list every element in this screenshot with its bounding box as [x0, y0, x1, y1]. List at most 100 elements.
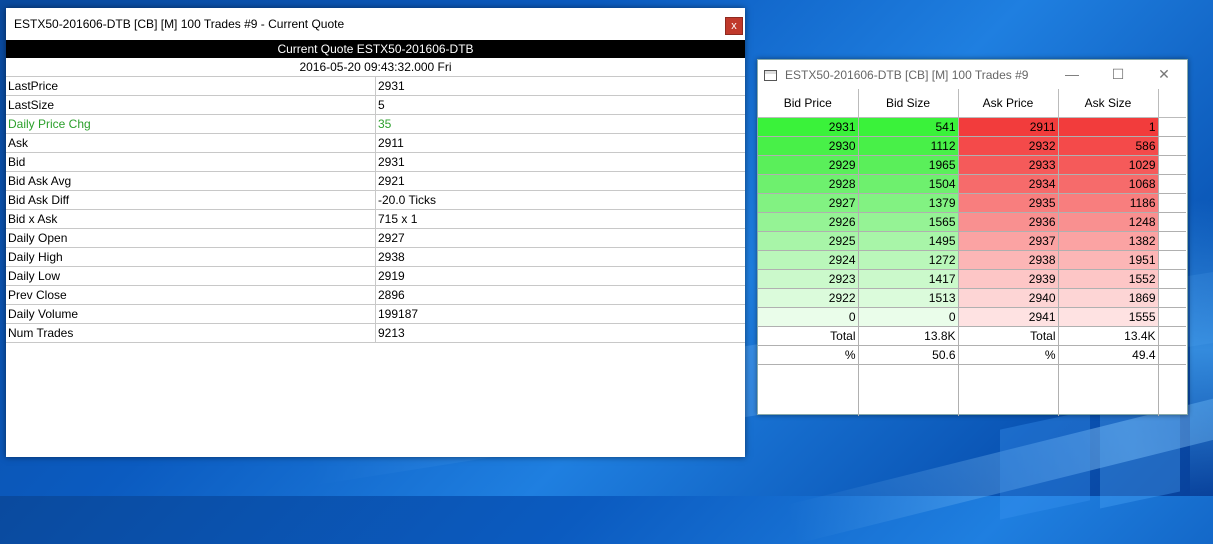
ask-price-cell[interactable]: %	[958, 345, 1059, 365]
bid-price-cell[interactable]: 2929	[758, 155, 859, 175]
ask-size-cell[interactable]: 1869	[1058, 288, 1159, 308]
bid-size-cell[interactable]: 1379	[858, 193, 959, 213]
desktop-logo-pane	[1000, 410, 1090, 520]
bid-price-cell[interactable]: 2931	[758, 117, 859, 137]
ask-size-cell[interactable]: 13.4K	[1058, 326, 1159, 346]
bid-size-cell[interactable]: 1112	[858, 136, 959, 156]
quote-field-value: 2919	[375, 266, 745, 286]
table-row: Bid 2931	[6, 152, 745, 172]
bid-price-cell[interactable]: 2925	[758, 231, 859, 251]
quote-field-value: 199187	[375, 304, 745, 324]
bid-size-cell[interactable]: 1504	[858, 174, 959, 194]
ask-size-cell[interactable]: 586	[1058, 136, 1159, 156]
empty-cell	[1158, 155, 1186, 175]
depth-table: Bid Price Bid Size Ask Price Ask Size 29…	[758, 89, 1186, 416]
bid-size-cell[interactable]: 13.8K	[858, 326, 959, 346]
quote-table: LastPrice 2931 LastSize 5 Daily Price Chg 35 A…	[6, 77, 745, 343]
close-button[interactable]: ✕	[1141, 60, 1187, 90]
bid-size-cell[interactable]: 1272	[858, 250, 959, 270]
quote-field-label: Daily Low	[6, 266, 376, 286]
quote-field-label: Bid Ask Avg	[6, 171, 376, 191]
bid-size-cell[interactable]: 0	[858, 307, 959, 327]
bid-size-cell[interactable]: 541	[858, 117, 959, 137]
empty-cell	[1158, 174, 1186, 194]
depth-window-titlebar[interactable]: ESTX50-201606-DTB [CB] [M] 100 Trades #9…	[758, 60, 1187, 90]
close-button[interactable]: x	[725, 17, 743, 35]
quote-field-label: Ask	[6, 133, 376, 153]
quote-header: Current Quote ESTX50-201606-DTB	[6, 40, 745, 58]
table-row: Bid Ask Diff -20.0 Ticks	[6, 190, 745, 210]
column-header-ask-size[interactable]: Ask Size	[1058, 89, 1159, 118]
quote-window-titlebar[interactable]: ESTX50-201606-DTB [CB] [M] 100 Trades #9…	[6, 8, 745, 40]
bid-price-cell[interactable]: 2922	[758, 288, 859, 308]
empty-cell	[1058, 364, 1159, 416]
ask-price-cell[interactable]: 2911	[958, 117, 1059, 137]
ask-size-cell[interactable]: 1068	[1058, 174, 1159, 194]
bid-size-cell[interactable]: 50.6	[858, 345, 959, 365]
quote-field-label: Bid x Ask	[6, 209, 376, 229]
ask-size-cell[interactable]: 1951	[1058, 250, 1159, 270]
column-header-bid-size[interactable]: Bid Size	[858, 89, 959, 118]
quote-field-label: Num Trades	[6, 323, 376, 343]
bid-price-cell[interactable]: 2927	[758, 193, 859, 213]
ask-price-cell[interactable]: 2941	[958, 307, 1059, 327]
empty-cell	[1158, 345, 1186, 365]
bid-price-cell[interactable]: 2928	[758, 174, 859, 194]
bid-price-cell[interactable]: 2923	[758, 269, 859, 289]
bid-price-cell[interactable]: Total	[758, 326, 859, 346]
ask-size-cell[interactable]: 1555	[1058, 307, 1159, 327]
table-row: 2926 1565 2936 1248	[758, 212, 1186, 232]
ask-size-cell[interactable]: 1186	[1058, 193, 1159, 213]
quote-field-value: -20.0 Ticks	[375, 190, 745, 210]
depth-window-title: ESTX50-201606-DTB [CB] [M] 100 Trades #9	[785, 68, 1029, 82]
bid-size-cell[interactable]: 1965	[858, 155, 959, 175]
quote-field-label: Bid	[6, 152, 376, 172]
ask-price-cell[interactable]: 2934	[958, 174, 1059, 194]
bid-price-cell[interactable]: 2930	[758, 136, 859, 156]
bid-size-cell[interactable]: 1565	[858, 212, 959, 232]
ask-price-cell[interactable]: 2932	[958, 136, 1059, 156]
ask-price-cell[interactable]: 2939	[958, 269, 1059, 289]
ask-size-cell[interactable]: 1248	[1058, 212, 1159, 232]
empty-cell	[1158, 269, 1186, 289]
bid-size-cell[interactable]: 1417	[858, 269, 959, 289]
column-header-ask-price[interactable]: Ask Price	[958, 89, 1059, 118]
ask-size-cell[interactable]: 1552	[1058, 269, 1159, 289]
bid-price-cell[interactable]: 2924	[758, 250, 859, 270]
empty-cell	[1158, 212, 1186, 232]
ask-price-cell[interactable]: 2933	[958, 155, 1059, 175]
bid-price-cell[interactable]: 0	[758, 307, 859, 327]
table-row: Daily High 2938	[6, 247, 745, 267]
ask-size-cell[interactable]: 1	[1058, 117, 1159, 137]
column-header-bid-price[interactable]: Bid Price	[758, 89, 859, 118]
table-row: Bid Ask Avg 2921	[6, 171, 745, 191]
ask-size-cell[interactable]: 1029	[1058, 155, 1159, 175]
ask-price-cell[interactable]: 2938	[958, 250, 1059, 270]
maximize-button[interactable]: ☐	[1095, 60, 1141, 90]
table-row: LastSize 5	[6, 95, 745, 115]
quote-field-label: LastSize	[6, 95, 376, 115]
quote-field-value: 2927	[375, 228, 745, 248]
ask-price-cell[interactable]: Total	[958, 326, 1059, 346]
ask-price-cell[interactable]: 2935	[958, 193, 1059, 213]
quote-field-label: Prev Close	[6, 285, 376, 305]
ask-price-cell[interactable]: 2940	[958, 288, 1059, 308]
ask-price-cell[interactable]: 2936	[958, 212, 1059, 232]
bid-price-cell[interactable]: 2926	[758, 212, 859, 232]
table-row: 2922 1513 2940 1869	[758, 288, 1186, 308]
minimize-button[interactable]: —	[1049, 60, 1095, 90]
table-row: 2930 1112 2932 586	[758, 136, 1186, 156]
table-row: Ask 2911	[6, 133, 745, 153]
column-header-empty	[1158, 89, 1186, 118]
ask-price-cell[interactable]: 2937	[958, 231, 1059, 251]
bid-price-cell[interactable]: %	[758, 345, 859, 365]
ask-size-cell[interactable]: 1382	[1058, 231, 1159, 251]
current-quote-window: ESTX50-201606-DTB [CB] [M] 100 Trades #9…	[6, 8, 745, 457]
table-row: Num Trades 9213	[6, 323, 745, 343]
table-row: LastPrice 2931	[6, 77, 745, 96]
bid-size-cell[interactable]: 1495	[858, 231, 959, 251]
ask-size-cell[interactable]: 49.4	[1058, 345, 1159, 365]
bid-size-cell[interactable]: 1513	[858, 288, 959, 308]
table-row: Total 13.8K Total 13.4K	[758, 326, 1186, 346]
empty-cell	[958, 364, 1059, 416]
